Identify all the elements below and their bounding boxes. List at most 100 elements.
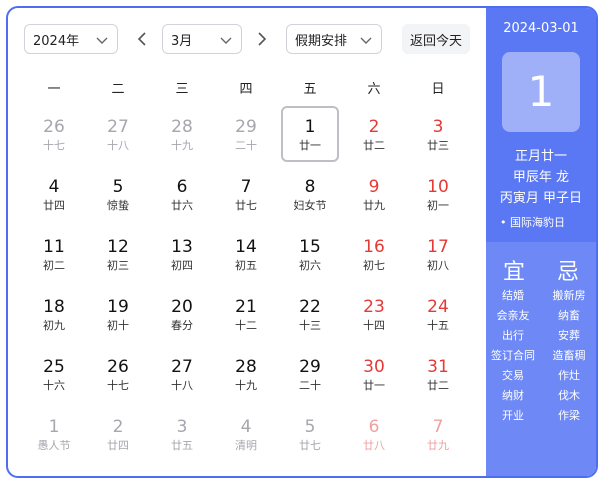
day-cell[interactable]: 16 初七	[345, 226, 403, 282]
lunar-label: 廿六	[171, 199, 193, 212]
calendar-toolbar: 2024年 3月 假期安排 返回今天	[22, 24, 472, 56]
lunar-label: 廿一	[363, 379, 385, 392]
day-cell[interactable]: 4 清明	[217, 406, 275, 462]
day-cell[interactable]: 21 十二	[217, 286, 275, 342]
day-cell[interactable]: 6 廿八	[345, 406, 403, 462]
day-cell[interactable]: 7 廿七	[217, 166, 275, 222]
day-cell[interactable]: 24 十五	[409, 286, 467, 342]
lunar-label: 廿一	[299, 139, 321, 152]
day-number: 28	[235, 357, 257, 377]
year-select-value: 2024年	[33, 33, 80, 49]
day-cell[interactable]: 14 初五	[217, 226, 275, 282]
day-number: 6	[176, 177, 188, 197]
day-number: 7	[432, 417, 444, 437]
day-cell[interactable]: 18 初九	[25, 286, 83, 342]
day-cell[interactable]: 9 廿九	[345, 166, 403, 222]
day-cell[interactable]: 4 廿四	[25, 166, 83, 222]
lunar-label: 廿七	[235, 199, 257, 212]
calendar-widget: 2024年 3月 假期安排 返回今天 一二三四五六日 26 十七 27 十八 28 十九 2…	[6, 6, 598, 478]
day-cell[interactable]: 20 春分	[153, 286, 211, 342]
yi-heading: 宜	[502, 260, 525, 285]
lunar-label: 初九	[43, 319, 65, 332]
day-number: 21	[235, 297, 257, 317]
day-number: 15	[299, 237, 321, 257]
ji-activity: 安葬	[558, 329, 580, 342]
day-cell[interactable]: 6 廿六	[153, 166, 211, 222]
lunar-label: 廿三	[427, 139, 449, 152]
day-cell[interactable]: 30 廿一	[345, 346, 403, 402]
yi-activity: 纳财	[502, 389, 524, 402]
day-number: 17	[427, 237, 449, 257]
day-cell[interactable]: 5 惊蛰	[89, 166, 147, 222]
lunar-label: 廿四	[43, 199, 65, 212]
day-number: 5	[304, 417, 316, 437]
day-cell[interactable]: 15 初六	[281, 226, 339, 282]
back-to-today-button[interactable]: 返回今天	[402, 24, 470, 54]
year-select[interactable]: 2024年	[24, 24, 118, 54]
lunar-label: 十九	[235, 379, 257, 392]
day-cell[interactable]: 7 廿九	[409, 406, 467, 462]
day-number: 3	[432, 117, 444, 137]
lunar-label: 初一	[427, 199, 449, 212]
day-number: 5	[112, 177, 124, 197]
yi-activity: 会亲友	[496, 309, 530, 322]
day-cell[interactable]: 3 廿三	[409, 106, 467, 162]
day-number: 13	[171, 237, 193, 257]
ji-heading: 忌	[556, 260, 579, 285]
yi-activities: 结婚 会亲友 出行 签订合同 交易 纳财 开业	[486, 286, 540, 426]
month-select[interactable]: 3月	[162, 24, 242, 54]
ji-activity: 纳畜	[558, 309, 580, 322]
weekday-label: 日	[431, 82, 445, 97]
day-cell[interactable]: 5 廿七	[281, 406, 339, 462]
lunar-label: 十四	[363, 319, 385, 332]
weekday-label: 五	[303, 82, 317, 97]
day-cell[interactable]: 2 廿二	[345, 106, 403, 162]
year-ganzhi: 甲辰年 龙	[512, 170, 570, 185]
lunar-label: 二十	[235, 139, 257, 152]
day-cell[interactable]: 1 愚人节	[25, 406, 83, 462]
day-cell[interactable]: 1 廿一	[281, 106, 339, 162]
lunar-label: 初十	[107, 319, 129, 332]
lunar-label: 初六	[299, 259, 321, 272]
day-cell[interactable]: 29 二十	[281, 346, 339, 402]
day-cell[interactable]: 13 初四	[153, 226, 211, 282]
day-cell[interactable]: 2 廿四	[89, 406, 147, 462]
day-cell[interactable]: 26 十七	[25, 106, 83, 162]
day-cell[interactable]: 28 十九	[217, 346, 275, 402]
day-cell[interactable]: 29 二十	[217, 106, 275, 162]
holiday-select-value: 假期安排	[295, 33, 348, 49]
day-number: 28	[171, 117, 193, 137]
day-cell[interactable]: 3 廿五	[153, 406, 211, 462]
lunar-label: 惊蛰	[107, 199, 129, 212]
day-cell[interactable]: 19 初十	[89, 286, 147, 342]
day-cell[interactable]: 27 十八	[153, 346, 211, 402]
day-cell[interactable]: 25 十六	[25, 346, 83, 402]
ji-activities: 搬新房 纳畜 安葬 造畜稠 作灶 伐木 作梁	[542, 286, 596, 426]
weekday-label: 一	[47, 82, 61, 97]
day-cell[interactable]: 26 十七	[89, 346, 147, 402]
day-cell[interactable]: 8 妇女节	[281, 166, 339, 222]
chevron-left-icon[interactable]	[134, 30, 152, 48]
holiday-select[interactable]: 假期安排	[286, 24, 382, 54]
lunar-label: 愚人节	[37, 439, 71, 452]
day-cell[interactable]: 10 初一	[409, 166, 467, 222]
ji-activity: 造畜稠	[552, 349, 586, 362]
lunar-label: 廿九	[427, 439, 449, 452]
day-number: 22	[299, 297, 321, 317]
day-cell[interactable]: 12 初三	[89, 226, 147, 282]
day-number: 19	[107, 297, 129, 317]
day-cell[interactable]: 17 初八	[409, 226, 467, 282]
lunar-label: 十九	[171, 139, 193, 152]
day-cell[interactable]: 27 十八	[89, 106, 147, 162]
day-cell[interactable]: 28 十九	[153, 106, 211, 162]
lunar-label: 十七	[43, 139, 65, 152]
day-cell[interactable]: 11 初二	[25, 226, 83, 282]
day-cell[interactable]: 31 廿二	[409, 346, 467, 402]
day-cell[interactable]: 22 十三	[281, 286, 339, 342]
day-number: 30	[363, 357, 385, 377]
lunar-label: 廿二	[427, 379, 449, 392]
day-number: 26	[107, 357, 129, 377]
chevron-right-icon[interactable]	[252, 30, 270, 48]
day-cell[interactable]: 23 十四	[345, 286, 403, 342]
day-detail-panel: 2024-03-01 1 正月廿一 甲辰年 龙 丙寅月 甲子日 • 国际海豹日 …	[486, 8, 596, 476]
